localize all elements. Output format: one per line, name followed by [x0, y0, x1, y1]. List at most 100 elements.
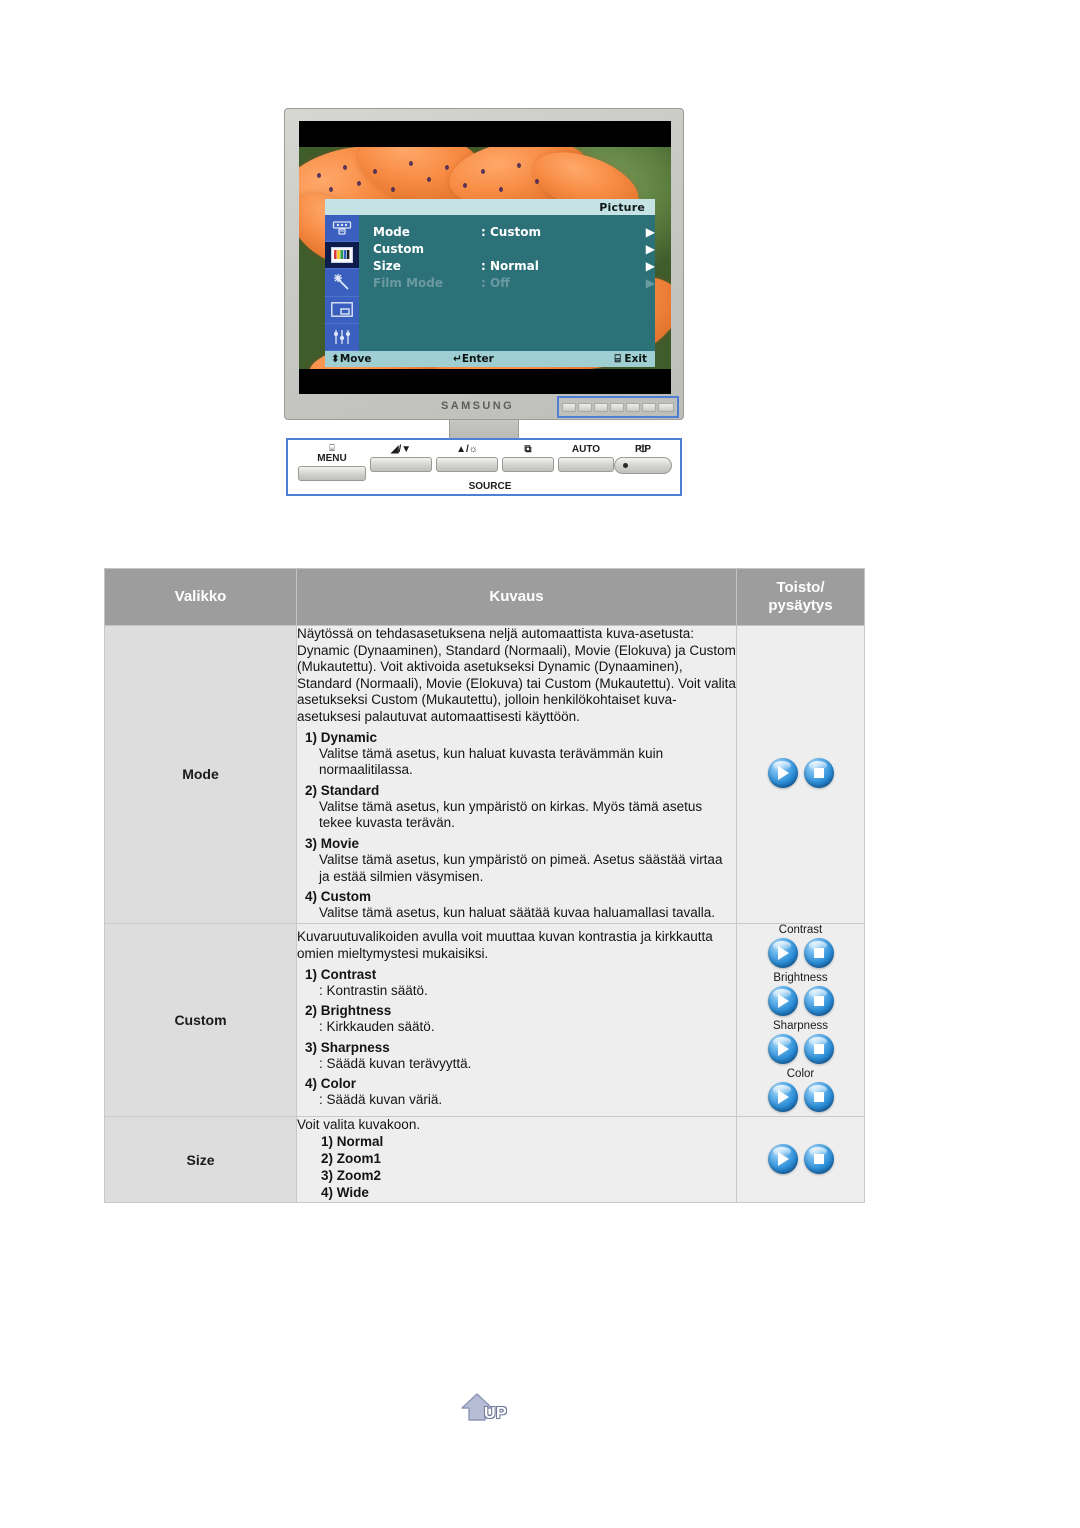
- menu-button-label: MENU: [317, 453, 347, 464]
- stop-icon[interactable]: [803, 758, 834, 789]
- down-volume-button[interactable]: ◢/▼: [370, 444, 432, 472]
- stop-icon[interactable]: [803, 1143, 834, 1174]
- osd-row-film-mode-label: Film Mode: [373, 275, 444, 290]
- osd-row-size[interactable]: Size : Normal ▶: [373, 257, 669, 274]
- chevron-right-icon: ▶: [645, 258, 655, 273]
- enter-key-icon: ↵: [453, 353, 462, 365]
- osd-row-size-value: : Normal: [481, 258, 539, 273]
- power-key-cap[interactable]: [614, 457, 672, 474]
- osd-exit-hint: ⌸ Exit: [571, 353, 655, 366]
- setup-sliders-icon[interactable]: [325, 324, 359, 351]
- osd-title: Picture: [599, 200, 645, 214]
- description-mode: Näytössä on tehdasasetuksena neljä autom…: [296, 625, 737, 924]
- osd-title-bar: Picture: [325, 199, 655, 215]
- description-size: Voit valita kuvakoon. 1) Normal 2) Zoom1…: [296, 1115, 737, 1204]
- play-icon[interactable]: [767, 1081, 798, 1112]
- power-button-label: ⏻: [639, 444, 647, 455]
- auto-button-label: AUTO: [571, 444, 601, 455]
- mode-item-2-head: 2) Standard: [305, 782, 380, 798]
- down-button-label: ◢/▼: [390, 444, 412, 455]
- playstop-group: [737, 758, 864, 789]
- playstop-group: [737, 1143, 864, 1174]
- custom-item-1-head: 1) Contrast: [305, 966, 377, 982]
- input-source-icon[interactable]: [325, 215, 359, 243]
- bezel-button-down[interactable]: [577, 402, 592, 412]
- source-button[interactable]: ⧉: [502, 444, 554, 472]
- magic-wand-icon[interactable]: [325, 269, 359, 297]
- monitor-illustration: Picture Mode: Custom ▶ Custom ▶ Size: …: [284, 108, 684, 498]
- menu-glyph-icon: ⌸: [329, 443, 335, 453]
- menu-button[interactable]: ⌸ MENU: [298, 444, 366, 481]
- bezel-button-menu[interactable]: [562, 402, 576, 412]
- monitor-bezel-bottom: SAMSUNG: [285, 395, 685, 421]
- table-header-row: Valikko Kuvaus Toisto/ pysäytys: [104, 568, 865, 626]
- power-button[interactable]: ⏻: [614, 444, 672, 474]
- custom-item-3-head: 3) Sharpness: [305, 1039, 390, 1055]
- stop-icon[interactable]: [803, 1081, 834, 1112]
- menu-key-cap[interactable]: [298, 466, 366, 481]
- mode-item-2-body: Valitse tämä asetus, kun ympäristö on ki…: [319, 798, 703, 831]
- stop-icon[interactable]: [803, 937, 834, 968]
- mode-item-3-head: 3) Movie: [305, 835, 360, 851]
- header-menu: Valikko: [104, 568, 297, 626]
- play-icon[interactable]: [767, 1033, 798, 1064]
- osd-exit-label: Exit: [624, 352, 647, 365]
- menu-label-custom: Custom: [104, 922, 297, 1117]
- size-item-1-head: 1) Normal: [321, 1134, 384, 1150]
- monitor-body: Picture Mode: Custom ▶ Custom ▶ Size: …: [284, 108, 684, 420]
- table-row: Mode Näytössä on tehdasasetuksena neljä …: [104, 625, 865, 924]
- play-icon[interactable]: [767, 1143, 798, 1174]
- play-icon[interactable]: [767, 758, 798, 789]
- picture-color-bars-icon[interactable]: [325, 242, 359, 270]
- pip-icon[interactable]: [325, 297, 359, 324]
- bezel-button-pip[interactable]: [641, 402, 656, 412]
- up-key-cap[interactable]: [436, 457, 498, 472]
- mode-item-4-body: Valitse tämä asetus, kun haluat säätää k…: [319, 905, 715, 921]
- size-intro-text: Voit valita kuvakoon.: [297, 1116, 421, 1132]
- custom-item-4-body: : Säädä kuvan väriä.: [319, 1092, 443, 1108]
- osd-row-custom[interactable]: Custom ▶: [373, 240, 669, 257]
- mode-item-1-head: 1) Dynamic: [305, 729, 378, 745]
- play-icon[interactable]: [767, 937, 798, 968]
- header-playstop: Toisto/ pysäytys: [736, 568, 865, 626]
- stop-icon[interactable]: [803, 985, 834, 1016]
- playstop-cell-size: [736, 1115, 865, 1204]
- osd-menu: Picture Mode: Custom ▶ Custom ▶ Size: …: [325, 199, 655, 367]
- source-button-label: ⧉: [524, 444, 532, 455]
- bezel-button-auto[interactable]: [625, 402, 640, 412]
- bezel-button-up[interactable]: [593, 402, 608, 412]
- playstop-caption-brightness: Brightness: [773, 971, 828, 984]
- samsung-logo: SAMSUNG: [441, 400, 515, 412]
- size-item-4-head: 4) Wide: [321, 1185, 369, 1201]
- source-key-cap[interactable]: [502, 457, 554, 472]
- bezel-button-source[interactable]: [609, 402, 624, 412]
- auto-button[interactable]: AUTO: [558, 444, 614, 472]
- osd-enter-label: Enter: [461, 353, 494, 365]
- auto-key-cap[interactable]: [558, 457, 614, 472]
- osd-function-table: Valikko Kuvaus Toisto/ pysäytys Mode Näy…: [104, 568, 865, 1204]
- play-icon[interactable]: [767, 985, 798, 1016]
- description-custom: Kuvaruutuvalikoiden avulla voit muuttaa …: [296, 922, 737, 1117]
- power-led-icon: [623, 463, 628, 468]
- size-item-3-head: 3) Zoom2: [321, 1168, 382, 1184]
- mode-item-1-body: Valitse tämä asetus, kun haluat kuvasta …: [319, 745, 664, 778]
- down-key-cap[interactable]: [370, 457, 432, 472]
- up-button[interactable]: UP: [458, 1392, 522, 1430]
- osd-item-list: Mode : Custom ▶ Custom ▶ Size: Normal ▶…: [359, 215, 669, 351]
- bezel-button-power[interactable]: [657, 402, 674, 412]
- osd-row-mode-label: Mode: [373, 224, 410, 239]
- control-panel-callout: ⌸ MENU ◢/▼ ▲/☼ ⧉ AUTO PIP ⏻ SOURCE: [286, 438, 682, 496]
- mode-intro-text: Näytössä on tehdasasetuksena neljä autom…: [297, 626, 736, 724]
- custom-item-3-body: : Säädä kuvan terävyyttä.: [319, 1055, 472, 1071]
- up-brightness-button[interactable]: ▲/☼: [436, 444, 498, 472]
- chevron-right-icon: ▶: [645, 224, 655, 239]
- osd-row-size-label: Size: [373, 258, 401, 273]
- osd-row-mode[interactable]: Mode : Custom ▶: [373, 223, 669, 240]
- bezel-button-highlight: [557, 396, 679, 418]
- chevron-right-icon: ▶: [645, 241, 655, 256]
- header-playstop-line2: pysäytys: [768, 597, 833, 614]
- move-arrows-icon: ⬍: [331, 353, 340, 365]
- stop-icon[interactable]: [803, 1033, 834, 1064]
- osd-row-film-mode-value: : Off: [481, 275, 510, 290]
- playstop-group-sharpness: Sharpness: [737, 1020, 864, 1064]
